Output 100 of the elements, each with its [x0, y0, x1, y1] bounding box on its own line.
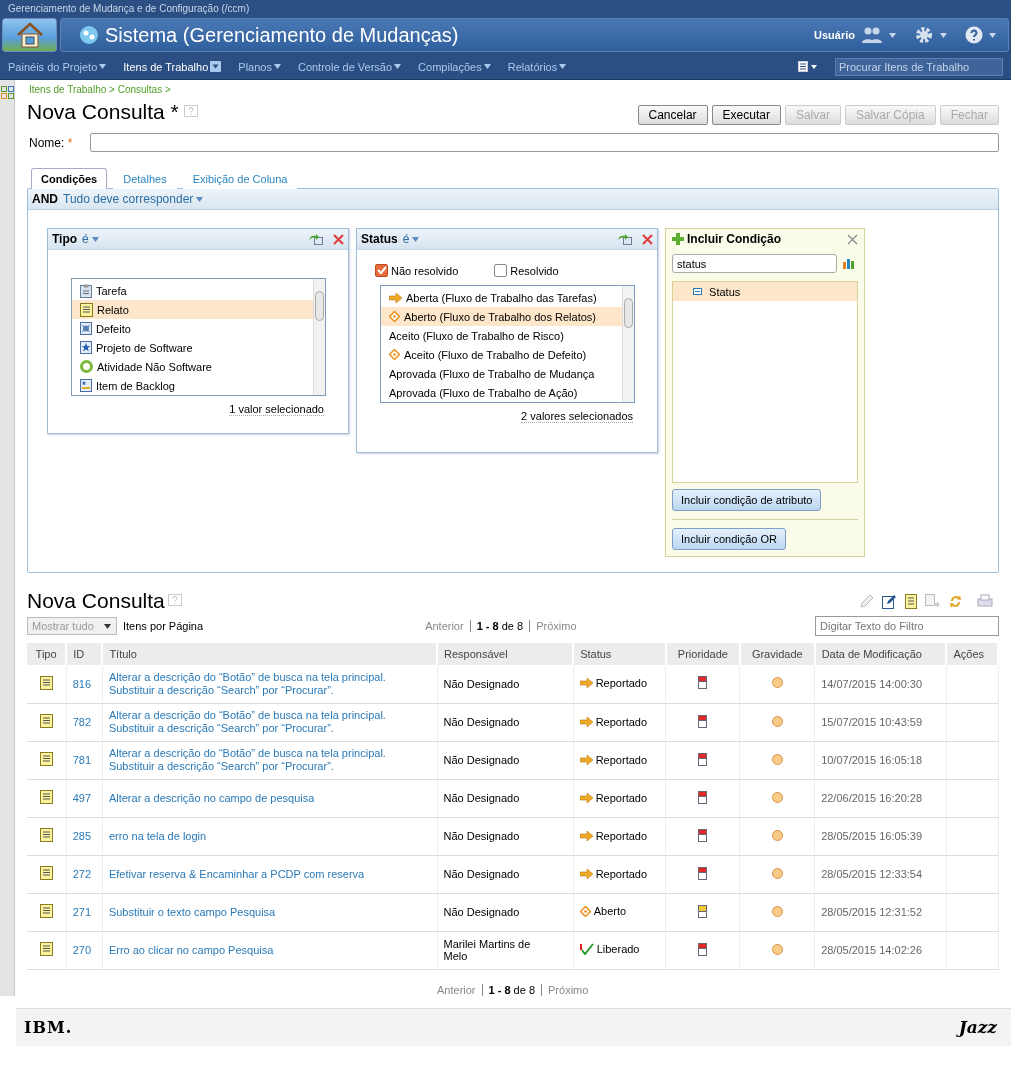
column-header[interactable]: Status	[573, 643, 666, 665]
match-dropdown[interactable]: Tudo deve corresponder	[63, 192, 204, 206]
status-text: Reportado	[595, 677, 648, 690]
id-link[interactable]: 816	[72, 677, 92, 690]
help-icon[interactable]	[965, 26, 983, 44]
nav-menu-item[interactable]: Painéis do Projeto	[8, 60, 107, 73]
pencil-icon[interactable]	[859, 593, 874, 609]
title-link[interactable]: Efetivar reserva & Encaminhar a PCDP com reserva	[108, 867, 365, 881]
id-link[interactable]: 270	[72, 944, 92, 956]
operator-dropdown[interactable]: é	[402, 232, 420, 246]
id-link[interactable]: 497	[72, 792, 92, 804]
selection-summary[interactable]: 2 valores selecionados	[521, 410, 633, 423]
action-button[interactable]: Executar	[711, 105, 781, 125]
house-icon	[15, 22, 44, 48]
id-link[interactable]: 271	[72, 906, 92, 918]
operator-dropdown[interactable]: é	[82, 232, 99, 246]
arrow-icon	[579, 792, 593, 803]
scrollbar[interactable]	[622, 286, 634, 402]
date-text: 28/05/2015 16:05:39	[821, 830, 923, 842]
breadcrumb[interactable]: Itens de Trabalho > Consultas >	[27, 84, 999, 95]
filter-field[interactable]: Digitar Texto do Filtro	[815, 616, 999, 636]
column-header[interactable]: Data de Modificação	[814, 643, 947, 665]
list-item[interactable]: Item de Backlog	[72, 376, 313, 395]
title-link[interactable]: Alterar a descrição no campo de pesquisa	[108, 791, 315, 805]
list-item[interactable]: Aberta (Fluxo de Trabalho das Tarefas)	[381, 288, 622, 307]
id-link[interactable]: 272	[72, 868, 92, 880]
list-item[interactable]: Tarefa	[72, 281, 313, 300]
tab[interactable]: Condições	[31, 168, 108, 189]
scrollbar[interactable]	[313, 279, 325, 395]
list-item[interactable]: Relato	[72, 300, 313, 319]
column-header[interactable]: Ações	[946, 643, 998, 665]
list-item[interactable]: Atividade Não Software	[72, 357, 313, 376]
close-icon[interactable]	[642, 233, 653, 245]
list-item[interactable]: Aprovada (Fluxo de Trabalho de Ação)	[381, 383, 622, 402]
users-icon[interactable]	[861, 26, 883, 44]
date-text: 22/06/2015 16:20:28	[821, 792, 923, 804]
nav-menu-item[interactable]: Controle de Versão	[297, 60, 402, 73]
settings-icon[interactable]	[914, 25, 934, 45]
date-text: 28/05/2015 12:33:54	[821, 868, 923, 880]
list-item[interactable]: Aberto (Fluxo de Trabalho dos Relatos)	[381, 307, 622, 326]
nav-menu-item[interactable]: Relatórios	[507, 60, 567, 73]
document-icon[interactable]	[905, 593, 917, 609]
condition-search-field[interactable]: status	[672, 254, 837, 273]
title-link[interactable]: Erro ao clicar no campo Pesquisa	[108, 943, 274, 957]
search-field[interactable]: Procurar Itens de Trabalho	[835, 57, 1003, 76]
document-icon	[39, 752, 53, 766]
column-header[interactable]: Responsável	[437, 643, 574, 665]
title-link[interactable]: Alterar a descrição do “Botão” de busca na tela principal. Substituir a descrição “Search” por “Procurar”.	[108, 709, 386, 735]
print-icon[interactable]	[977, 593, 993, 609]
title-link[interactable]: erro na tela de login	[108, 829, 207, 843]
previous-link[interactable]: Anterior	[425, 620, 464, 632]
title-link[interactable]: Alterar a descrição do “Botão” de busca na tela principal. Substituir a descrição “Search” por “Procurar”.	[108, 670, 386, 697]
nav-menu-item[interactable]: Itens de Trabalho	[123, 60, 222, 73]
add-attribute-button[interactable]: Incluir condição de atributo	[672, 489, 822, 511]
refresh-icon[interactable]	[948, 593, 963, 609]
bar-chart-icon[interactable]	[843, 258, 855, 269]
list-item[interactable]: Aceito (Fluxo de Trabalho de Risco)	[381, 326, 622, 345]
document-icon	[39, 828, 53, 842]
user-label[interactable]: Usuário	[814, 29, 855, 41]
add-or-button[interactable]: Incluir condição OR	[672, 528, 786, 550]
selection-summary[interactable]: 1 valor selecionado	[229, 403, 324, 416]
title-link[interactable]: Substituir o texto campo Pesquisa	[108, 905, 276, 919]
show-all-dropdown[interactable]: Mostrar tudo	[27, 617, 117, 635]
document-icon	[80, 302, 93, 317]
column-header[interactable]: Título	[102, 643, 437, 665]
column-header[interactable]: Gravidade	[739, 643, 815, 665]
id-link[interactable]: 781	[72, 754, 92, 766]
logo-icon	[79, 25, 99, 45]
edit-icon[interactable]	[882, 593, 897, 609]
close-icon[interactable]	[847, 233, 858, 245]
export-icon[interactable]	[925, 593, 940, 609]
next-link[interactable]: Próximo	[536, 620, 577, 632]
close-icon[interactable]	[333, 233, 344, 245]
move-icon[interactable]	[617, 233, 632, 245]
previous-link[interactable]: Anterior	[437, 983, 476, 996]
column-header[interactable]: ID	[66, 643, 103, 665]
column-header[interactable]: Tipo	[27, 643, 67, 665]
nav-menu-item[interactable]: Compilações	[418, 60, 491, 73]
next-link[interactable]: Próximo	[548, 983, 589, 996]
list-icon[interactable]	[798, 61, 818, 72]
title-link[interactable]: Alterar a descrição do “Botão” de busca na tela principal. Substituir a descrição “Search” por “Procurar”.	[108, 747, 386, 773]
grid-icon[interactable]	[0, 86, 14, 99]
list-item[interactable]: Status	[673, 282, 857, 301]
home-button[interactable]	[2, 18, 57, 52]
move-icon[interactable]	[308, 233, 323, 245]
severity-dot-icon	[771, 753, 783, 765]
action-button[interactable]: Cancelar	[637, 105, 708, 125]
list-item[interactable]: Aprovada (Fluxo de Trabalho de Mudança	[381, 364, 622, 383]
list-item[interactable]: Aceito (Fluxo de Trabalho de Defeito)	[381, 345, 622, 364]
checkbox[interactable]	[375, 264, 388, 277]
id-link[interactable]: 285	[72, 830, 92, 842]
nav-menu-item[interactable]: Planos	[238, 60, 281, 73]
id-link[interactable]: 782	[72, 716, 92, 728]
list-item[interactable]: Defeito	[72, 319, 313, 338]
column-header[interactable]: Prioridade	[665, 643, 740, 665]
list-item[interactable]: Projeto de Software	[72, 338, 313, 357]
document-icon	[39, 790, 53, 804]
checkbox[interactable]	[494, 264, 508, 277]
name-field[interactable]	[90, 133, 999, 152]
status-text: Reportado	[595, 829, 648, 842]
